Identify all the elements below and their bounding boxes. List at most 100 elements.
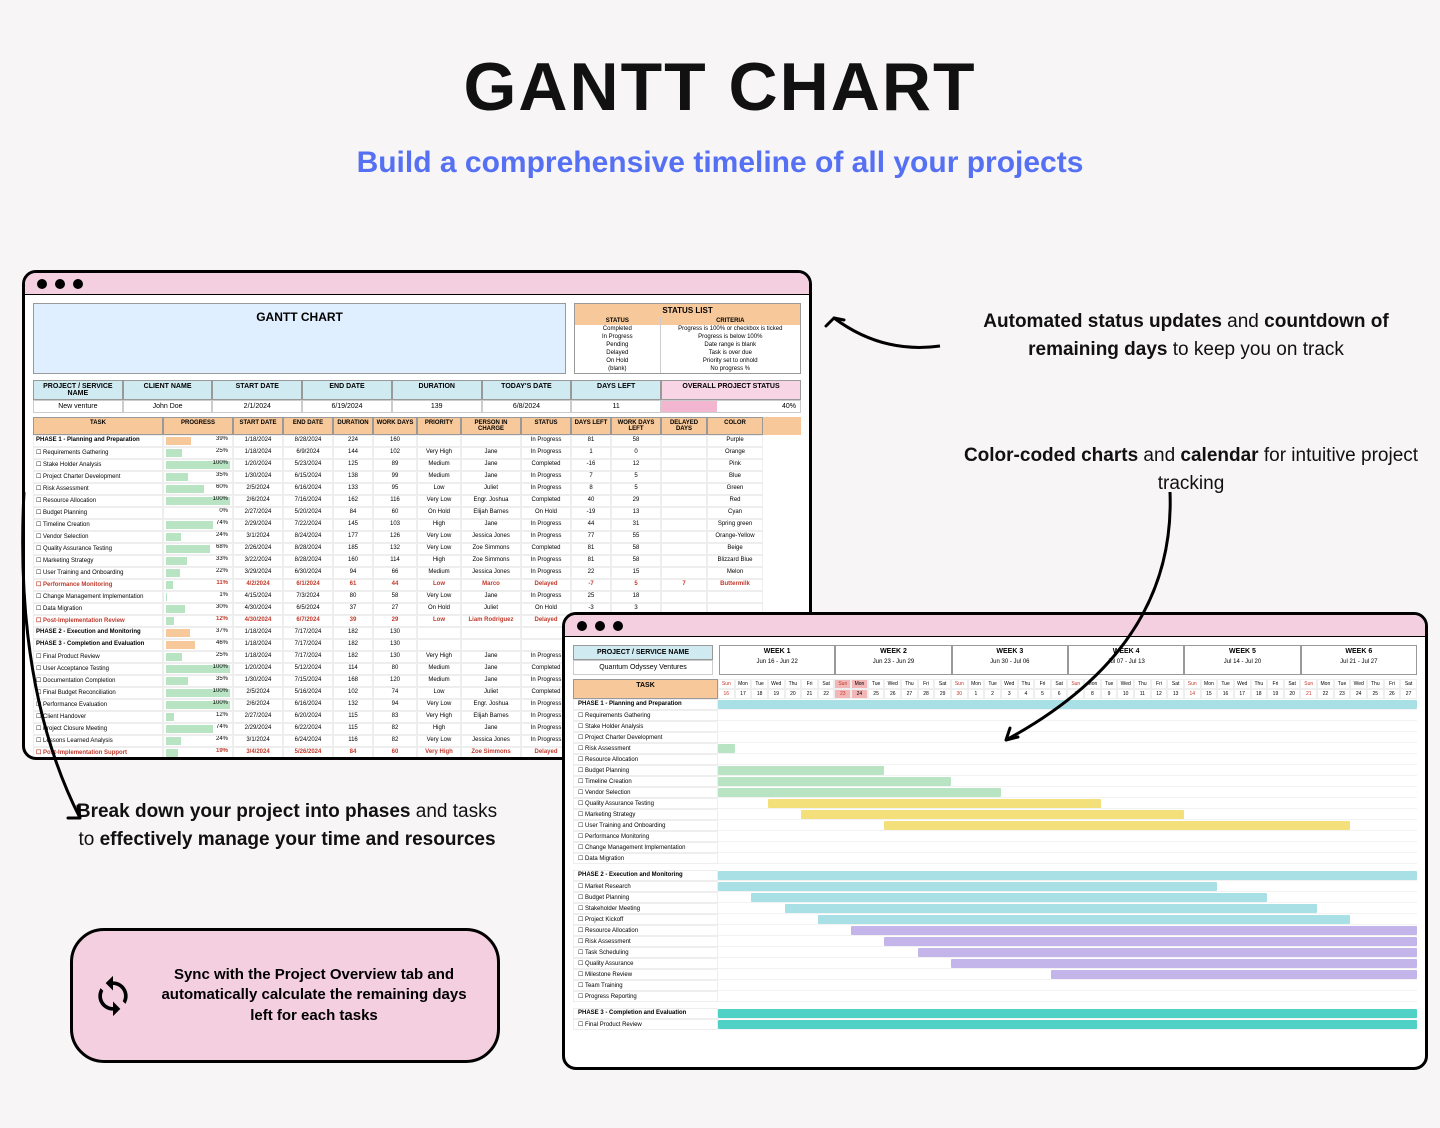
task-row[interactable]: ☐ Stake Holder Analysis 100% 1/20/20245/… — [33, 459, 801, 471]
gantt-task-row[interactable]: ☐ Quality Assurance — [573, 958, 1417, 969]
task-row[interactable]: ☐ Marketing Strategy 33% 3/22/20248/28/2… — [33, 555, 801, 567]
status-criteria: Priority set to onhold — [661, 357, 800, 365]
day-name: Fri — [1267, 679, 1284, 689]
gantt-task-row[interactable]: ☐ User Training and Onboarding — [573, 820, 1417, 831]
column-header: COLOR — [707, 417, 763, 435]
gantt-task-row[interactable]: ☐ Risk Assessment — [573, 936, 1417, 947]
task-column-header: TASK — [573, 679, 718, 699]
column-header: START DATE — [233, 417, 283, 435]
project-name-select[interactable]: Quantum Odyssey Ventures — [573, 660, 713, 675]
gantt-task-row[interactable]: ☐ Task Scheduling — [573, 947, 1417, 958]
task-row[interactable]: ☐ User Training and Onboarding 22% 3/29/… — [33, 567, 801, 579]
day-number: 21 — [1300, 689, 1317, 699]
gantt-task-row[interactable]: ☐ Timeline Creation — [573, 776, 1417, 787]
day-number: 23 — [834, 689, 851, 699]
column-header: DELAYED DAYS — [661, 417, 707, 435]
status-list-title: STATUS LIST — [575, 304, 800, 317]
day-number: 29 — [934, 689, 951, 699]
gantt-phase-row[interactable]: PHASE 3 - Completion and Evaluation — [573, 1008, 1417, 1019]
traffic-dot — [37, 279, 47, 289]
day-name: Sun — [718, 679, 735, 689]
gantt-task-row[interactable]: ☐ Market Research — [573, 881, 1417, 892]
field-label: DAYS LEFT — [571, 380, 661, 400]
day-name: Mon — [851, 679, 868, 689]
gantt-task-row[interactable]: ☐ Performance Monitoring — [573, 831, 1417, 842]
gantt-task-row[interactable]: ☐ Final Product Review — [573, 1019, 1417, 1030]
gantt-task-row[interactable]: ☐ Team Training — [573, 980, 1417, 991]
task-row[interactable]: ☐ Resource Allocation 100% 2/6/20247/16/… — [33, 495, 801, 507]
arrow-icon — [1000, 488, 1190, 748]
gantt-task-row[interactable]: ☐ Requirements Gathering — [573, 710, 1417, 721]
gantt-task-row[interactable]: ☐ Resource Allocation — [573, 754, 1417, 765]
column-header: PERSON IN CHARGE — [461, 417, 521, 435]
day-name: Sat — [934, 679, 951, 689]
gantt-task-row[interactable]: ☐ Progress Reporting — [573, 991, 1417, 1002]
day-number: 20 — [1284, 689, 1301, 699]
end-date-value: 6/19/2024 — [302, 400, 392, 413]
traffic-dot — [613, 621, 623, 631]
status-criteria: Progress is below 100% — [661, 333, 800, 341]
field-label: PROJECT / SERVICE NAME — [573, 645, 713, 660]
status-criteria: Date range is blank — [661, 341, 800, 349]
overall-progress-value: 40% — [782, 403, 796, 410]
gantt-task-row[interactable]: ☐ Stakeholder Meeting — [573, 903, 1417, 914]
gantt-task-row[interactable]: ☐ Budget Planning — [573, 892, 1417, 903]
day-number: 19 — [1267, 689, 1284, 699]
gantt-task-row[interactable]: ☐ Quality Assurance Testing — [573, 798, 1417, 809]
day-number: 18 — [751, 689, 768, 699]
status-name: Completed — [575, 325, 660, 333]
client-name-input[interactable]: John Doe — [123, 400, 213, 413]
day-number: 24 — [1350, 689, 1367, 699]
task-row[interactable]: ☐ Change Management Implementation 1% 4/… — [33, 591, 801, 603]
gantt-task-row[interactable]: ☐ Data Migration — [573, 853, 1417, 864]
phase-row[interactable]: PHASE 1 - Planning and Preparation 39% 1… — [33, 435, 801, 447]
day-name: Sun — [951, 679, 968, 689]
task-row[interactable]: ☐ Project Charter Development 35% 1/30/2… — [33, 471, 801, 483]
gantt-task-row[interactable]: ☐ Milestone Review — [573, 969, 1417, 980]
day-number: 18 — [1251, 689, 1268, 699]
day-name: Thu — [785, 679, 802, 689]
status-list-panel: STATUS LIST STATUS CRITERIA CompletedPro… — [574, 303, 801, 374]
gantt-task-row[interactable]: ☐ Resource Allocation — [573, 925, 1417, 936]
task-row[interactable]: ☐ Risk Assessment 60% 2/5/20246/16/2024 … — [33, 483, 801, 495]
today-value: 6/8/2024 — [482, 400, 572, 413]
callout-sync-pill: Sync with the Project Overview tab and a… — [70, 928, 500, 1063]
window-titlebar — [25, 273, 809, 295]
day-name: Fri — [1384, 679, 1401, 689]
gantt-task-row[interactable]: ☐ Vendor Selection — [573, 787, 1417, 798]
week-header: WEEK 6Jul 21 - Jul 27 — [1301, 645, 1417, 675]
task-row[interactable]: ☐ Requirements Gathering 25% 1/18/20246/… — [33, 447, 801, 459]
gantt-task-row[interactable]: ☐ Project Charter Development — [573, 732, 1417, 743]
field-label: START DATE — [212, 380, 302, 400]
project-name-input[interactable]: New venture — [33, 400, 123, 413]
sync-icon — [91, 974, 135, 1018]
day-number: 24 — [851, 689, 868, 699]
gantt-task-row[interactable]: ☐ Project Kickoff — [573, 914, 1417, 925]
gantt-task-row[interactable]: ☐ Risk Assessment — [573, 743, 1417, 754]
task-row[interactable]: ☐ Performance Monitoring 11% 4/2/20246/1… — [33, 579, 801, 591]
task-row[interactable]: ☐ Timeline Creation 74% 2/29/20247/22/20… — [33, 519, 801, 531]
traffic-dot — [577, 621, 587, 631]
gantt-phase-row[interactable]: PHASE 1 - Planning and Preparation — [573, 699, 1417, 710]
day-name: Sun — [834, 679, 851, 689]
gantt-task-row[interactable]: ☐ Stake Holder Analysis — [573, 721, 1417, 732]
overall-progress-bar: 40% — [661, 400, 801, 413]
gantt-phase-row[interactable]: PHASE 2 - Execution and Monitoring — [573, 870, 1417, 881]
column-header: DAYS LEFT — [571, 417, 611, 435]
task-row[interactable]: ☐ Quality Assurance Testing 68% 2/26/202… — [33, 543, 801, 555]
gantt-task-row[interactable]: ☐ Change Management Implementation — [573, 842, 1417, 853]
gantt-task-row[interactable]: ☐ Budget Planning — [573, 765, 1417, 776]
duration-value: 139 — [392, 400, 482, 413]
gantt-task-row[interactable]: ☐ Marketing Strategy — [573, 809, 1417, 820]
day-number: 30 — [951, 689, 968, 699]
task-row[interactable]: ☐ Vendor Selection 24% 3/1/20248/24/2024… — [33, 531, 801, 543]
day-name: Sat — [1400, 679, 1417, 689]
status-name: On Hold — [575, 357, 660, 365]
task-row[interactable]: ☐ Budget Planning 0% 2/27/20245/20/2024 … — [33, 507, 801, 519]
page-title: GANTT CHART — [0, 48, 1440, 126]
field-label: END DATE — [302, 380, 392, 400]
overall-status-label: OVERALL PROJECT STATUS — [661, 380, 801, 400]
column-header: DURATION — [333, 417, 373, 435]
day-number: 17 — [1234, 689, 1251, 699]
day-name: Sat — [1284, 679, 1301, 689]
